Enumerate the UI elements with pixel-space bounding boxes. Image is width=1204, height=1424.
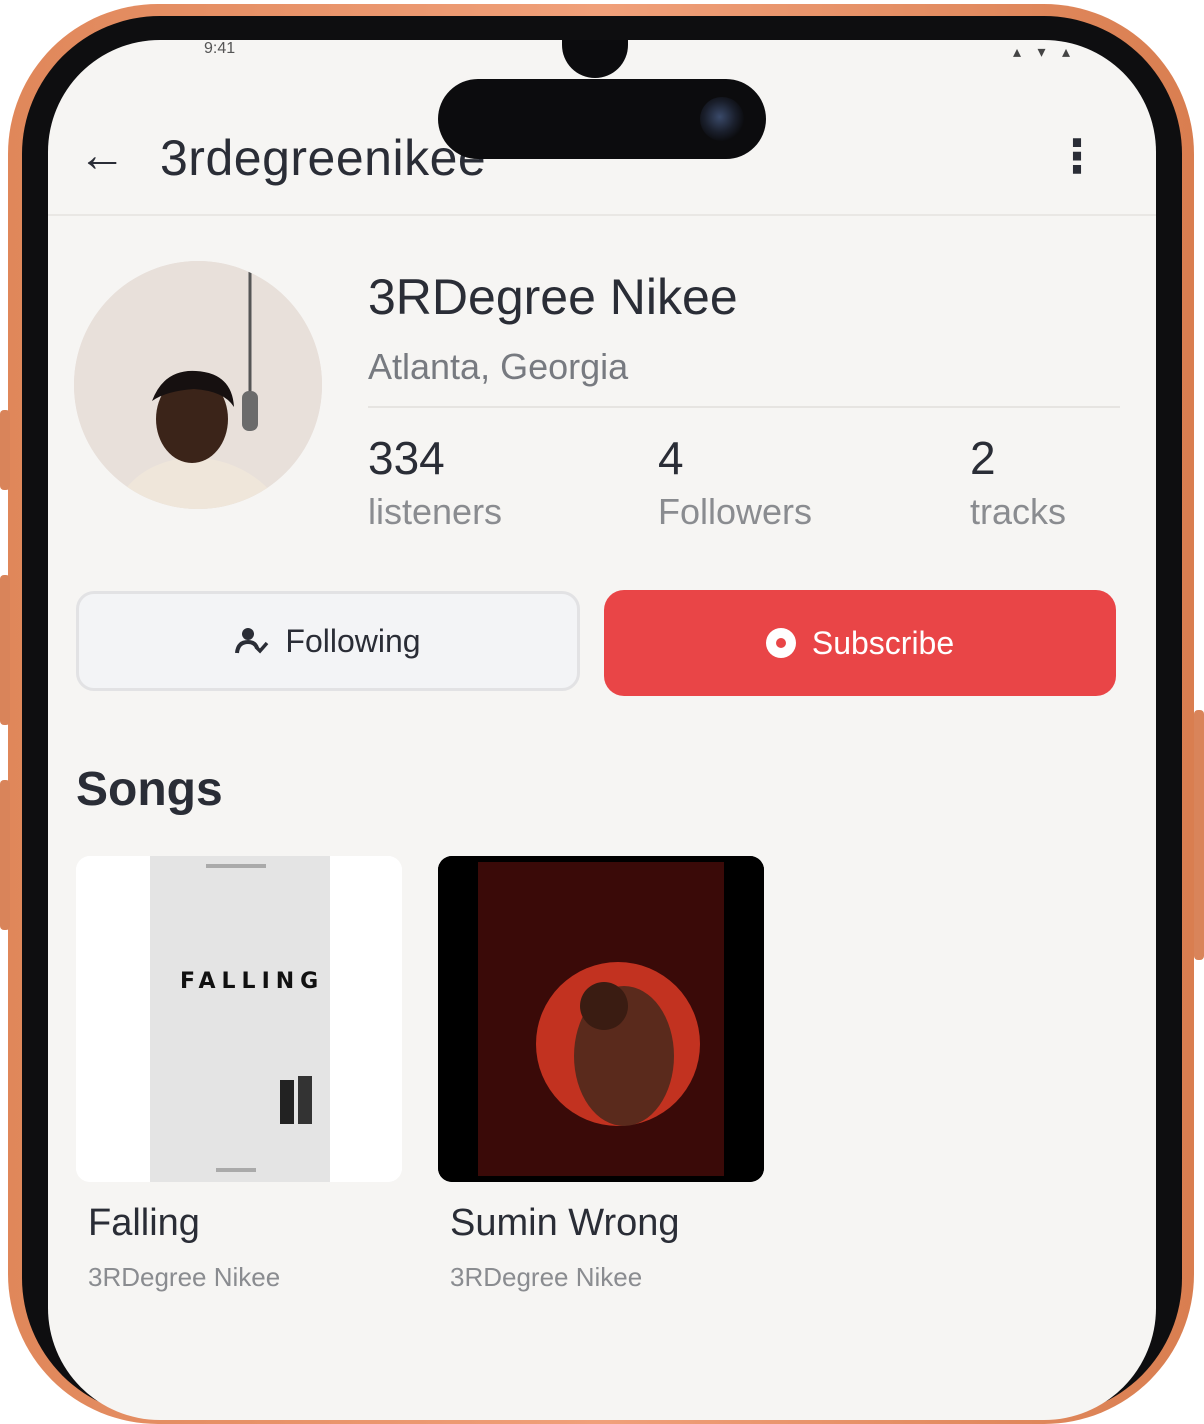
subscribe-button[interactable]: Subscribe bbox=[604, 590, 1116, 696]
stat-label: Followers bbox=[658, 491, 813, 532]
phone-side-button bbox=[0, 780, 10, 930]
following-label: Following bbox=[285, 622, 421, 659]
phone-side-button bbox=[1194, 710, 1204, 960]
page-title: 3rdegreenikee bbox=[160, 130, 487, 186]
song-cover-sumin-wrong[interactable] bbox=[438, 856, 764, 1182]
stat-followers[interactable]: 4 Followers bbox=[658, 432, 812, 540]
cover-art-title: FALLING bbox=[180, 969, 324, 994]
more-vertical-icon[interactable]: ⋮ bbox=[1054, 128, 1100, 184]
person-check-icon bbox=[235, 628, 269, 654]
stat-value: 2 bbox=[970, 432, 996, 484]
divider bbox=[368, 406, 1120, 408]
artist-name: 3RDegree Nikee bbox=[368, 269, 738, 325]
status-time: 9:41 bbox=[204, 40, 236, 57]
stat-label: listeners bbox=[368, 491, 503, 532]
dynamic-island bbox=[438, 79, 766, 159]
section-title-songs: Songs bbox=[76, 763, 223, 816]
phone-side-button bbox=[0, 410, 10, 490]
stat-label: tracks bbox=[970, 491, 1067, 532]
stat-tracks: 2 tracks bbox=[970, 432, 1066, 540]
status-icons: ▴ ▾ ▴ bbox=[1013, 44, 1076, 61]
app-screen: 9:41 ▴ ▾ ▴ ← 3rdegreenikee ⋮ 3RDegree Ni… bbox=[48, 40, 1156, 1420]
song-title[interactable]: Sumin Wrong bbox=[450, 1202, 680, 1245]
song-title[interactable]: Falling bbox=[88, 1202, 200, 1245]
arrow-left-icon[interactable]: ← bbox=[78, 130, 126, 182]
following-button[interactable]: Following bbox=[76, 591, 580, 691]
subscribe-label: Subscribe bbox=[811, 624, 955, 661]
record-circle-icon bbox=[765, 628, 796, 658]
phone-side-button bbox=[0, 575, 10, 725]
song-artist: 3RDegree Nikee bbox=[450, 1262, 643, 1292]
avatar bbox=[74, 261, 322, 509]
song-artist: 3RDegree Nikee bbox=[88, 1262, 281, 1292]
stat-listeners: 334 listeners bbox=[368, 432, 502, 540]
artist-location: Atlanta, Georgia bbox=[368, 346, 629, 387]
front-camera bbox=[562, 40, 628, 78]
stat-value: 334 bbox=[368, 432, 445, 484]
song-cover-falling[interactable]: FALLING bbox=[76, 856, 402, 1182]
stat-value: 4 bbox=[658, 432, 684, 484]
camera-lens bbox=[700, 97, 744, 141]
